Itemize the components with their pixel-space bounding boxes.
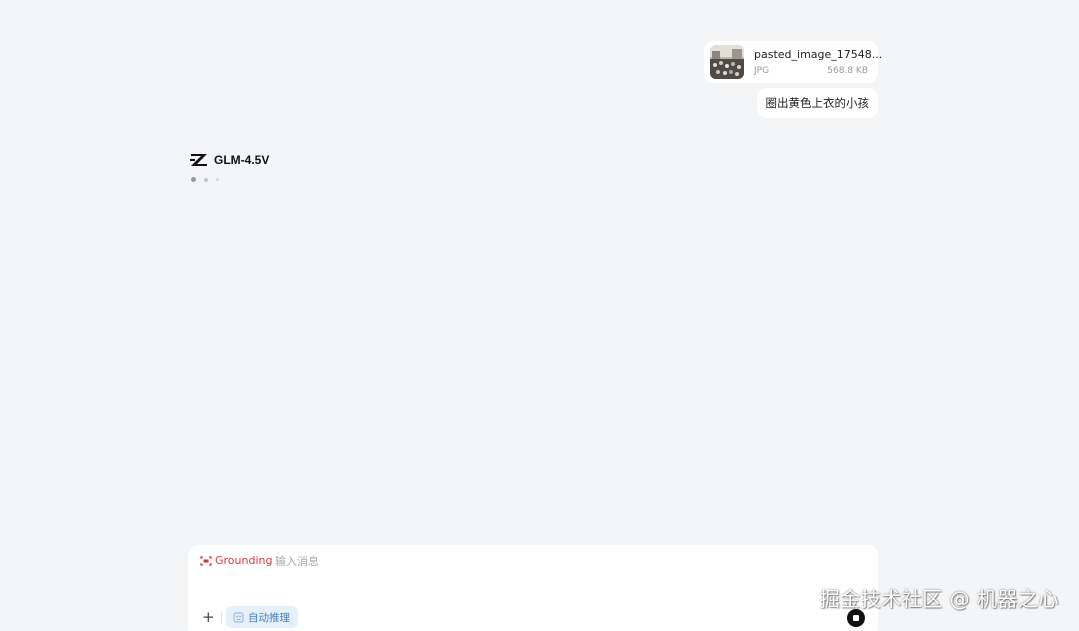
crowd-photo-thumbnail[interactable]: [710, 45, 744, 79]
typing-indicator: [191, 177, 227, 182]
grounding-label: Grounding: [215, 554, 273, 567]
attachment-file-type: JPG: [754, 66, 770, 76]
typing-dot: [204, 177, 208, 182]
attachment-card[interactable]: pasted_image_17548... JPG 568.8 KB: [704, 41, 882, 83]
chat-page: pasted_image_17548... JPG 568.8 KB 圈出黄色上…: [0, 0, 1079, 631]
model-name: GLM-4.5V: [214, 153, 270, 167]
message-input[interactable]: [275, 552, 695, 570]
stop-square: [853, 615, 859, 621]
auto-reason-button[interactable]: 自动推理: [226, 606, 298, 628]
attachment-file-name: pasted_image_17548...: [754, 48, 883, 61]
watermark-text: 掘金技术社区 @ 机器之心: [819, 587, 1059, 611]
brain-icon: [233, 612, 244, 622]
toolbar-divider: [221, 612, 222, 624]
thumbnail-image: [710, 45, 744, 79]
message-composer: Grounding + 自动推理: [188, 545, 878, 631]
grounding-frame-icon: [200, 555, 212, 566]
typing-dot: [191, 177, 196, 182]
auto-reason-label: 自动推理: [248, 611, 290, 624]
typing-dot: [216, 178, 219, 181]
plus-icon[interactable]: +: [202, 609, 215, 625]
attachment-file-size: 568.8 KB: [827, 66, 868, 76]
zhipu-z-logo-icon: [190, 154, 207, 166]
assistant-header: GLM-4.5V: [190, 151, 269, 169]
grounding-tag[interactable]: Grounding: [200, 554, 272, 567]
user-message-bubble: 圈出黄色上衣的小孩: [756, 88, 878, 118]
